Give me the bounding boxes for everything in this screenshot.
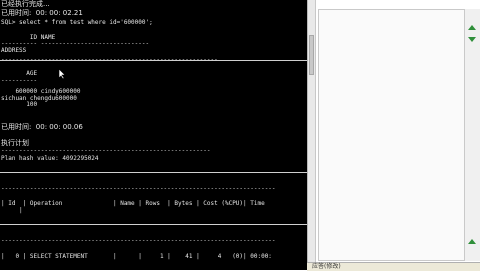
console-line: 已用时间: 00: 00: 00.06 bbox=[1, 123, 83, 131]
mouse-cursor-icon bbox=[58, 68, 66, 80]
separator-line bbox=[0, 224, 307, 225]
console-line: 600000 cindy600000 bbox=[1, 88, 81, 95]
console-line: SQL> select * from test where id='600000… bbox=[1, 19, 153, 26]
console-line: | bbox=[1, 207, 23, 214]
console-line: | Id | Operation | Name | Rows | Bytes |… bbox=[1, 200, 265, 207]
scroll-up-arrow-icon[interactable] bbox=[468, 25, 476, 30]
console-scrollbar[interactable] bbox=[307, 0, 315, 262]
console-line: | 0 | SELECT STATEMENT | | 1 | 41 | 4 (0… bbox=[1, 253, 272, 260]
console-line: ---------- bbox=[1, 77, 38, 84]
console-line: 100 bbox=[1, 101, 38, 108]
console-line: ADDRESS bbox=[1, 47, 27, 54]
console-line: 已用时间: 00: 00: 02.21 bbox=[1, 9, 83, 17]
side-panel-content bbox=[318, 9, 465, 261]
separator-line bbox=[0, 60, 307, 61]
console-line: 已经执行完成... bbox=[1, 0, 50, 8]
side-panel bbox=[315, 0, 480, 262]
console-line: ----------------------------------------… bbox=[1, 147, 211, 154]
scroll-up-arrow-icon[interactable] bbox=[468, 239, 476, 244]
scroll-down-arrow-icon[interactable] bbox=[468, 37, 476, 42]
sqlplus-console[interactable]: 已经执行完成... 已用时间: 00: 00: 02.21 SQL> selec… bbox=[0, 0, 307, 270]
console-line: ---------- -----------------------------… bbox=[1, 40, 150, 47]
side-panel-scrollbar[interactable] bbox=[464, 9, 480, 261]
console-line: AGE bbox=[1, 70, 38, 77]
scrollbar-thumb[interactable] bbox=[309, 35, 314, 75]
console-line: ----------------------------------------… bbox=[1, 237, 276, 244]
separator-line bbox=[0, 172, 307, 173]
console-line: ----------------------------------------… bbox=[1, 185, 276, 192]
console-line: Plan hash value: 4092295024 bbox=[1, 155, 99, 162]
